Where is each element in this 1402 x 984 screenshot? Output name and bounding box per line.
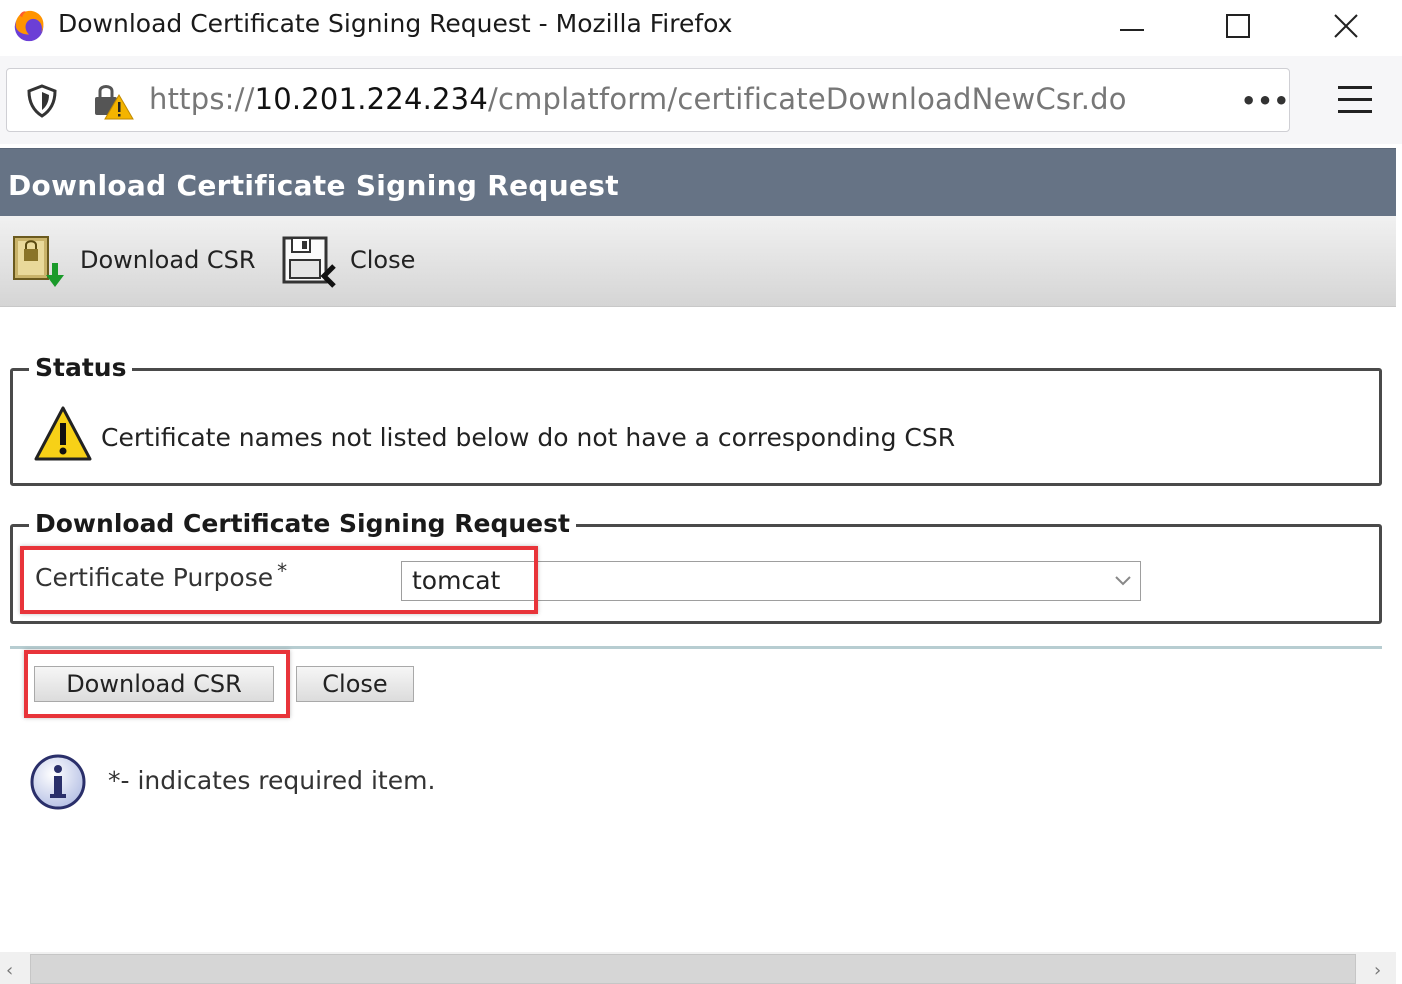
maximize-icon	[1226, 14, 1250, 38]
warning-icon	[34, 406, 92, 461]
toolbar-close-label: Close	[350, 246, 416, 274]
hamburger-menu-icon[interactable]	[1338, 86, 1372, 118]
toolbar-download-csr-label: Download CSR	[80, 246, 256, 274]
close-icon	[1334, 14, 1358, 38]
status-legend: Status	[29, 353, 133, 382]
certificate-purpose-label: Certificate Purpose *	[35, 559, 287, 592]
url-scheme: https://	[149, 82, 255, 116]
url-host: 10.201.224.234	[254, 82, 488, 116]
close-button[interactable]: Close	[296, 666, 414, 702]
section-divider	[10, 646, 1382, 649]
scroll-left-icon[interactable]: ‹	[6, 960, 13, 981]
certificate-purpose-label-text: Certificate Purpose	[35, 563, 274, 592]
url-text[interactable]: https://10.201.224.234/cmplatform/certif…	[149, 82, 1127, 116]
scrollbar-thumb[interactable]	[30, 954, 1356, 984]
page-title: Download Certificate Signing Request	[8, 169, 619, 202]
page-actions-more-button[interactable]: •••	[1241, 87, 1290, 115]
minimize-icon	[1120, 29, 1144, 31]
download-csr-legend: Download Certificate Signing Request	[29, 509, 576, 538]
certificate-purpose-value: tomcat	[412, 566, 501, 595]
download-certificate-icon	[13, 236, 64, 287]
chevron-down-icon	[1115, 576, 1131, 586]
scroll-right-icon[interactable]: ›	[1374, 960, 1381, 981]
toolbar: Download CSR Close	[0, 216, 1396, 307]
window-title: Download Certificate Signing Request - M…	[58, 9, 733, 38]
toolbar-close[interactable]: Close	[280, 232, 415, 288]
required-item-note: *- indicates required item.	[108, 766, 436, 795]
horizontal-scrollbar[interactable]: ‹ ›	[0, 952, 1396, 984]
tracking-shield-icon[interactable]	[25, 84, 59, 118]
required-marker: *	[277, 559, 288, 583]
close-window-icon	[282, 236, 336, 288]
minimize-button[interactable]	[1102, 4, 1162, 48]
insecure-lock-icon[interactable]	[91, 81, 135, 121]
url-path: /cmplatform/certificateDownloadNewCsr.do	[487, 82, 1127, 116]
window-title-bar: Download Certificate Signing Request - M…	[0, 0, 1402, 56]
navigation-bar: https://10.201.224.234/cmplatform/certif…	[0, 56, 1402, 144]
toolbar-download-csr[interactable]: Download CSR	[8, 232, 256, 288]
status-section: Status Certificate names not listed belo…	[10, 353, 1382, 486]
address-bar[interactable]: https://10.201.224.234/cmplatform/certif…	[6, 68, 1290, 132]
status-message: Certificate names not listed below do no…	[101, 423, 956, 452]
download-csr-button[interactable]: Download CSR	[34, 666, 274, 702]
download-csr-section: Download Certificate Signing Request Cer…	[10, 509, 1382, 624]
maximize-button[interactable]	[1208, 4, 1268, 48]
window-close-button[interactable]	[1316, 4, 1376, 48]
info-icon	[30, 754, 86, 810]
page-header: Download Certificate Signing Request	[0, 148, 1396, 217]
certificate-purpose-select[interactable]: tomcat	[401, 561, 1141, 601]
firefox-logo-icon	[14, 10, 44, 42]
